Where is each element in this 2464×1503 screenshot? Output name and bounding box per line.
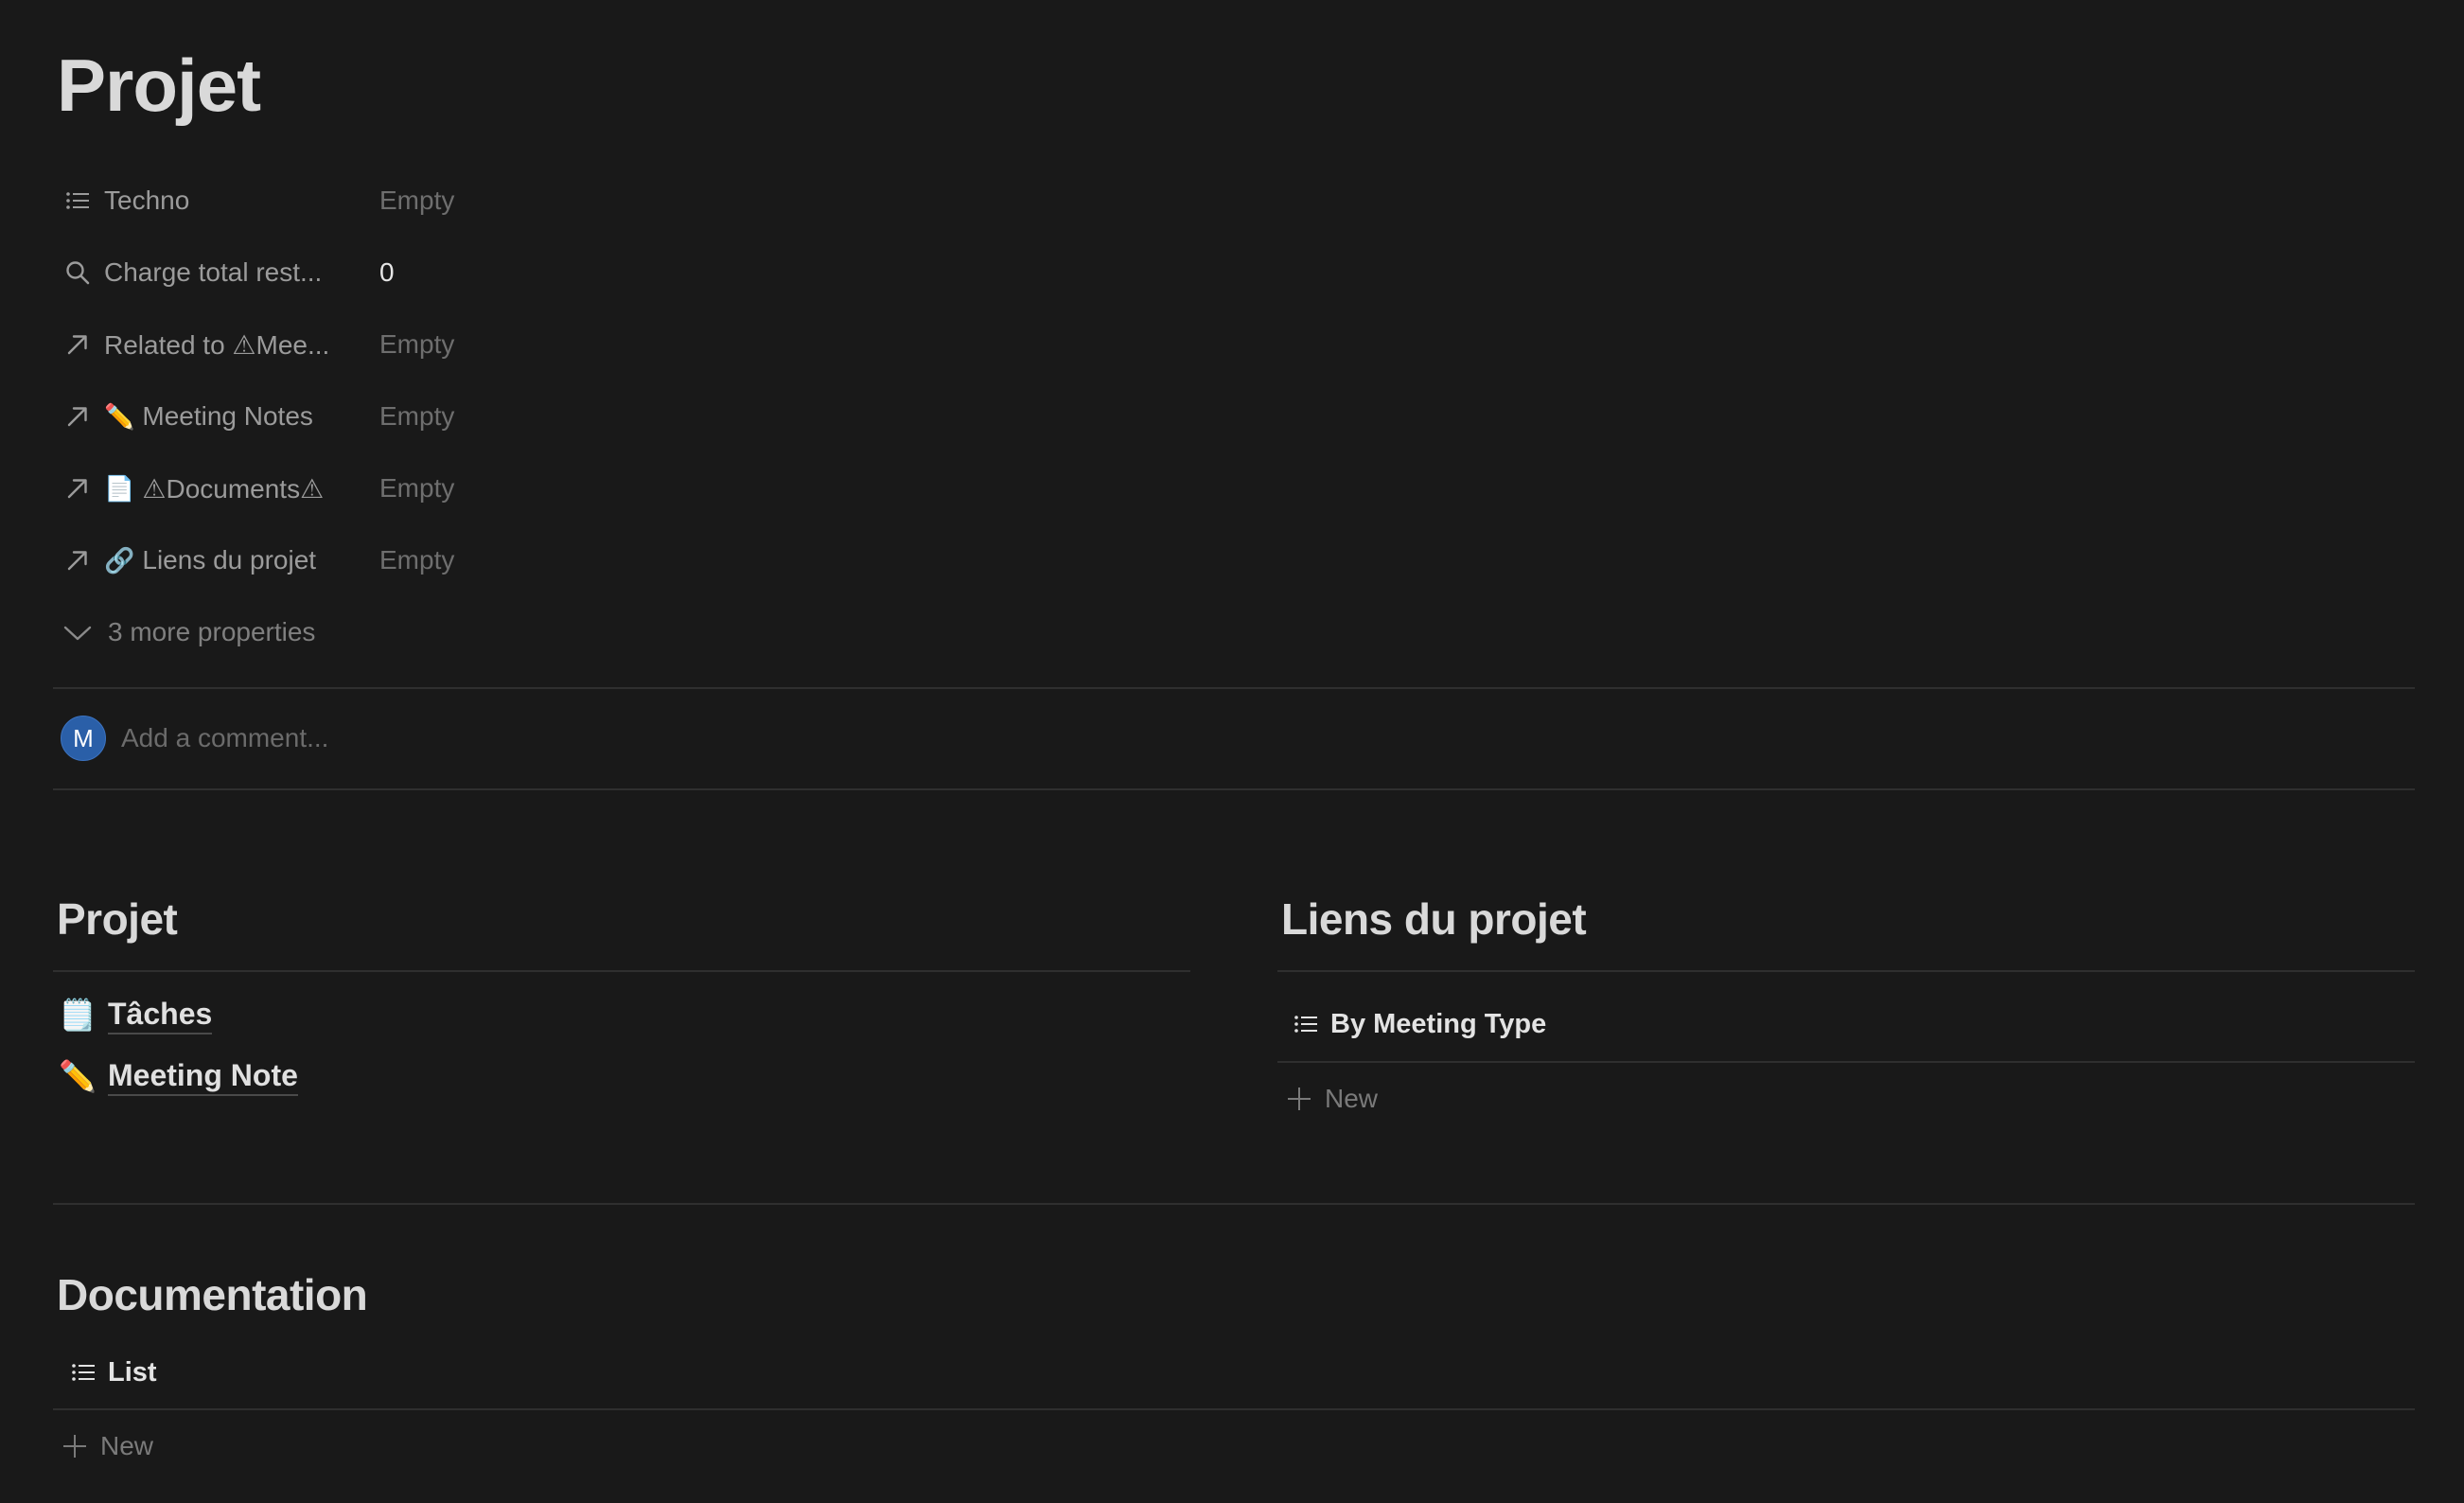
property-label[interactable]: Techno [53, 184, 379, 218]
list-icon [61, 184, 95, 218]
avatar: M [61, 716, 106, 761]
list-icon [66, 1355, 100, 1389]
divider [1277, 1061, 2415, 1063]
link-meeting-note[interactable]: ✏️ Meeting Note [57, 1056, 298, 1096]
link-taches[interactable]: 🗒️ Tâches [57, 995, 213, 1034]
property-label[interactable]: Charge total rest... [53, 256, 379, 290]
section-title-documentation[interactable]: Documentation [57, 1269, 368, 1320]
view-tab-by-meeting-type[interactable]: By Meeting Type [1283, 1007, 1546, 1041]
comment-row[interactable]: M Add a comment... [61, 716, 328, 761]
new-label: New [100, 1431, 154, 1460]
divider [53, 1408, 2415, 1410]
property-value[interactable]: 0 [379, 257, 395, 288]
properties-list: Techno Empty Charge total rest... 0 Rela… [53, 165, 999, 668]
property-label[interactable]: 📄 ⚠Documents⚠ [53, 471, 379, 505]
property-label[interactable]: Related to ⚠Mee... [53, 327, 379, 362]
link-label: Tâches [108, 995, 213, 1034]
link-icon: 🔗 [104, 545, 135, 575]
notepad-icon: 🗒️ [59, 998, 97, 1032]
property-charge-total[interactable]: Charge total rest... 0 [53, 237, 999, 309]
divider [53, 970, 1190, 972]
more-properties-toggle[interactable]: 3 more properties [53, 596, 999, 668]
relation-arrow-icon [61, 399, 95, 433]
property-label[interactable]: 🔗 Liens du projet [53, 543, 379, 577]
chevron-down-icon [61, 615, 95, 649]
property-meeting-notes[interactable]: ✏️ Meeting Notes Empty [53, 380, 999, 452]
property-value[interactable]: Empty [379, 545, 454, 575]
property-documents[interactable]: 📄 ⚠Documents⚠ Empty [53, 452, 999, 524]
property-value[interactable]: Empty [379, 186, 454, 216]
more-properties-label: 3 more properties [108, 617, 316, 646]
view-tab-label: By Meeting Type [1330, 1008, 1547, 1039]
property-value[interactable]: Empty [379, 401, 454, 432]
page: Projet Techno Empty Charge total rest...… [53, 0, 2415, 1503]
new-button[interactable]: New [1285, 1084, 1378, 1114]
plus-icon [61, 1432, 89, 1460]
pencil-icon: ✏️ [104, 401, 135, 431]
list-icon [1289, 1007, 1323, 1041]
property-techno[interactable]: Techno Empty [53, 165, 999, 237]
property-value[interactable]: Empty [379, 329, 454, 360]
property-name: Techno [104, 186, 190, 215]
divider [53, 687, 2415, 689]
property-name: Charge total rest... [104, 257, 323, 287]
section-title-liens[interactable]: Liens du projet [1281, 893, 1587, 945]
divider [53, 788, 2415, 790]
divider [1277, 970, 2415, 972]
search-icon [61, 256, 95, 290]
property-name: Related to ⚠Mee... [104, 329, 330, 360]
section-title-projet[interactable]: Projet [57, 893, 178, 945]
property-liens-du-projet[interactable]: 🔗 Liens du projet Empty [53, 524, 999, 596]
link-label: Meeting Note [108, 1056, 298, 1096]
new-button[interactable]: New [61, 1431, 153, 1461]
property-value[interactable]: Empty [379, 473, 454, 504]
pencil-icon: ✏️ [59, 1059, 97, 1093]
relation-arrow-icon [61, 471, 95, 505]
property-label[interactable]: ✏️ Meeting Notes [53, 399, 379, 433]
view-tab-list[interactable]: List [61, 1355, 157, 1389]
relation-arrow-icon [61, 327, 95, 362]
page-title[interactable]: Projet [57, 38, 261, 133]
view-tab-label: List [108, 1356, 157, 1388]
plus-icon [1285, 1085, 1313, 1113]
document-icon: 📄 [104, 473, 135, 503]
property-name: Meeting Notes [142, 401, 313, 431]
divider [53, 1203, 2415, 1205]
property-name: ⚠Documents⚠ [142, 473, 325, 504]
new-label: New [1325, 1084, 1379, 1113]
property-related-to-meetings[interactable]: Related to ⚠Mee... Empty [53, 309, 999, 380]
relation-arrow-icon [61, 543, 95, 577]
property-name: Liens du projet [142, 545, 317, 575]
comment-input[interactable]: Add a comment... [121, 723, 328, 753]
